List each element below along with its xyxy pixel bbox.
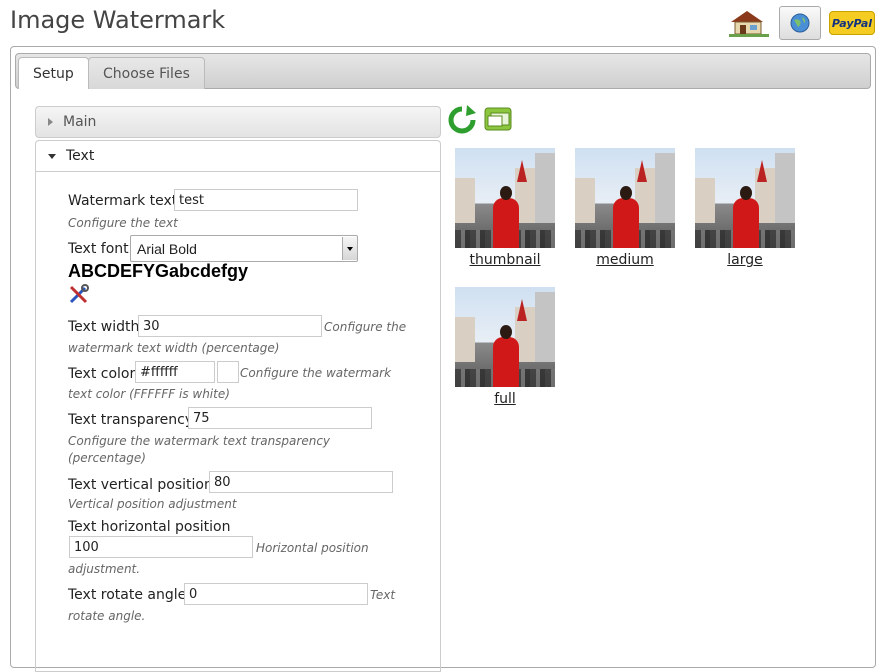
watermark-text-label: Watermark text [68, 193, 178, 209]
horizontal-position-input[interactable]: 100 [69, 536, 253, 558]
horizontal-position-hint-2: adjustment. [68, 562, 141, 576]
text-color-swatch[interactable] [217, 361, 239, 383]
vertical-position-label: Text vertical position [68, 477, 213, 493]
text-transparency-hint-1: Configure the watermark text transparenc… [68, 434, 331, 448]
rotate-angle-label: Text rotate angle [68, 587, 187, 603]
text-transparency-label: Text transparency [68, 412, 194, 428]
text-font-select[interactable]: Arial Bold [130, 235, 358, 262]
accordion-text-body: Watermark text test Configure the text T… [35, 171, 441, 672]
text-color-hint-1: Configure the watermark [240, 366, 392, 380]
tab-choose-files[interactable]: Choose Files [88, 57, 205, 89]
medium-link[interactable]: medium [575, 252, 675, 268]
refresh-icon[interactable] [447, 105, 477, 139]
text-width-label: Text width [68, 319, 140, 335]
preview-icon[interactable] [483, 105, 513, 139]
text-color-label: Text color [68, 366, 136, 382]
accordion-text-label: Text [66, 148, 95, 164]
text-color-input[interactable]: #ffffff [135, 361, 215, 383]
rotate-angle-hint-1: Text [370, 588, 396, 602]
dropdown-arrow-icon[interactable] [342, 237, 357, 260]
preview-thumbnail: thumbnail [455, 148, 555, 268]
tools-icon[interactable] [68, 283, 90, 309]
text-transparency-hint-2: (percentage) [68, 451, 146, 465]
vertical-position-input[interactable]: 80 [209, 471, 393, 493]
text-width-input[interactable]: 30 [138, 315, 322, 337]
horizontal-position-hint-1: Horizontal position [256, 541, 369, 555]
font-preview: ABCDEFYGabcdefgy [68, 261, 249, 281]
preview-image[interactable] [695, 148, 795, 248]
large-link[interactable]: large [695, 252, 795, 268]
accordion-main-label: Main [63, 114, 97, 130]
rotate-angle-input[interactable]: 0 [184, 583, 368, 605]
vertical-position-hint: Vertical position adjustment [68, 497, 237, 511]
tab-setup[interactable]: Setup [18, 57, 89, 89]
caret-down-icon [48, 153, 56, 159]
preview-large: large [695, 148, 795, 268]
tab-bar: Setup Choose Files [15, 53, 871, 89]
house-icon[interactable] [727, 8, 771, 38]
text-font-label: Text font [68, 241, 129, 257]
horizontal-position-label: Text horizontal position [68, 519, 231, 535]
text-transparency-input[interactable]: 75 [188, 407, 372, 429]
preview-image[interactable] [575, 148, 675, 248]
accordion-main-header[interactable]: Main [35, 106, 441, 138]
accordion-text-header[interactable]: Text [35, 140, 441, 172]
page-title: Image Watermark [10, 6, 226, 34]
text-width-hint-1: Configure the [324, 320, 407, 334]
preview-full: full [455, 287, 555, 407]
globe-icon[interactable] [779, 6, 821, 40]
text-width-hint-2: watermark text width (percentage) [68, 341, 280, 355]
rotate-angle-hint-2: rotate angle. [68, 609, 146, 623]
header-icons: PayPal [727, 6, 875, 40]
preview-medium: medium [575, 148, 675, 268]
paypal-button[interactable]: PayPal [829, 11, 875, 35]
full-link[interactable]: full [455, 391, 555, 407]
preview-image[interactable] [455, 287, 555, 387]
thumbnail-link[interactable]: thumbnail [455, 252, 555, 268]
caret-right-icon [48, 118, 53, 126]
watermark-text-input[interactable]: test [174, 189, 358, 211]
watermark-text-hint: Configure the text [68, 216, 178, 230]
text-color-hint-2: text color (FFFFFF is white) [68, 387, 230, 401]
settings-panel: Setup Choose Files Main Text Watermark t… [10, 46, 876, 672]
preview-image[interactable] [455, 148, 555, 248]
text-font-value: Arial Bold [137, 240, 197, 257]
